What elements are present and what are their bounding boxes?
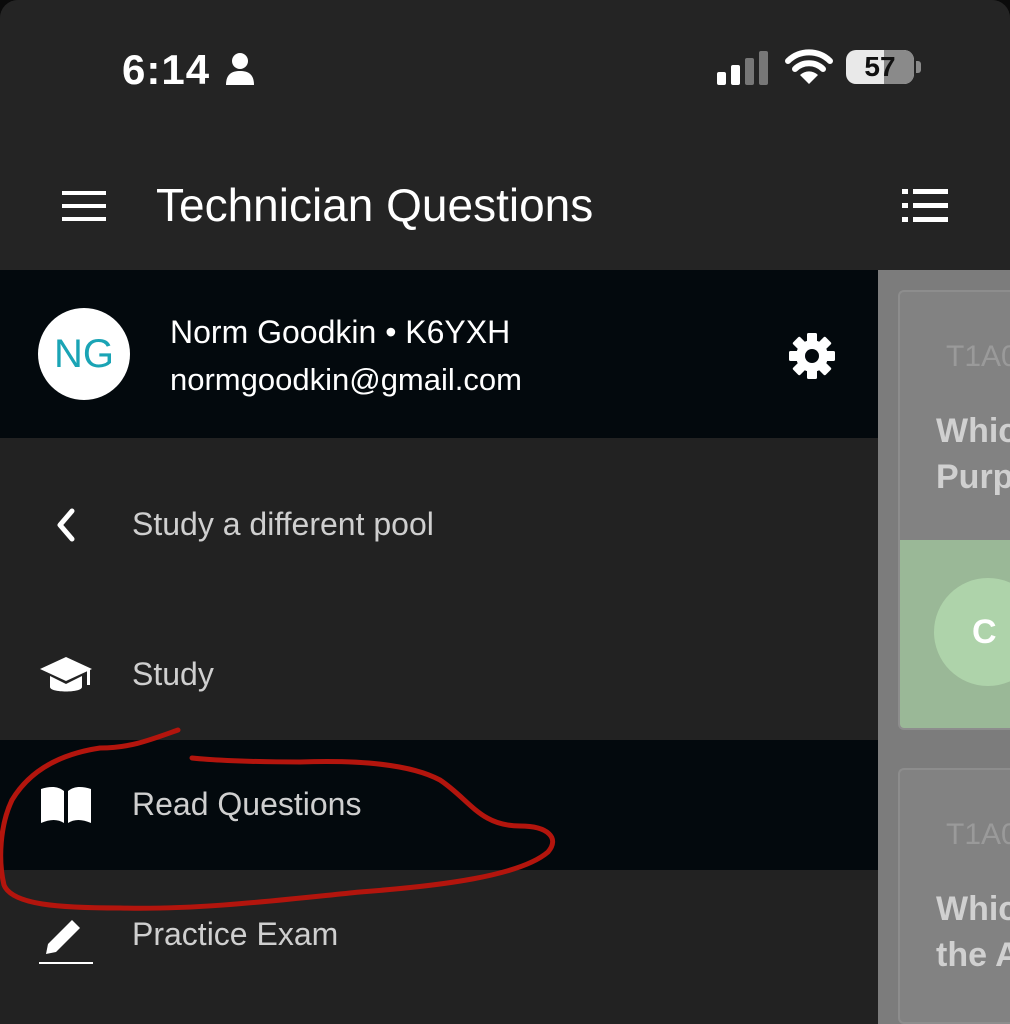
graduation-cap-icon <box>40 657 92 692</box>
page-title: Technician Questions <box>156 179 594 231</box>
list-icon[interactable] <box>902 188 948 224</box>
wifi-icon <box>785 49 833 84</box>
question-card: T1A0 Whic Purp C <box>898 290 1010 730</box>
drawer-item-study[interactable]: Study <box>0 610 878 740</box>
signal-icon <box>717 51 768 85</box>
answer-row: C <box>900 540 1010 728</box>
avatar[interactable]: NG <box>38 308 130 400</box>
question-text-line: Whic <box>936 890 1010 928</box>
drawer-user-header: NG Norm Goodkin • K6YXH normgoodkin@gmai… <box>0 270 878 438</box>
pencil-icon <box>39 920 93 964</box>
question-text-line: Whic <box>936 412 1010 450</box>
user-name-callsign: Norm Goodkin • K6YXH <box>170 314 511 350</box>
battery-level: 57 <box>864 51 896 82</box>
question-text-line: the A <box>936 936 1010 974</box>
drawer-item-label: Practice Exam <box>132 916 339 952</box>
drawer-item-read-questions[interactable]: Read Questions <box>0 740 878 870</box>
question-text-line: Purp <box>936 458 1010 496</box>
question-card: T1A0 Whic the A <box>898 768 1010 1024</box>
background-question-list: T1A0 Whic Purp C T1A0 Whic the A <box>878 270 1010 1024</box>
app-bar: Technician Questions <box>0 130 1010 270</box>
person-icon <box>226 53 254 85</box>
navigation-drawer: NG Norm Goodkin • K6YXH normgoodkin@gmai… <box>0 270 878 1024</box>
phone-screen: 6:14 57 Technician Questions T1A Whic Pu… <box>0 0 1010 1024</box>
question-code: T1A0 <box>946 340 1010 373</box>
drawer-item-label: Study <box>132 656 214 692</box>
battery-icon: 57 <box>846 50 922 86</box>
status-bar: 6:14 57 <box>0 0 1010 130</box>
question-code: T1A0 <box>946 818 1010 851</box>
user-email: normgoodkin@gmail.com <box>170 362 522 397</box>
gear-icon[interactable] <box>788 332 836 380</box>
drawer-item-label: Read Questions <box>132 786 362 822</box>
open-book-icon <box>41 786 91 823</box>
answer-letter-badge: C <box>934 578 1010 686</box>
chevron-left-icon <box>57 508 75 542</box>
hamburger-menu-icon[interactable] <box>62 190 106 222</box>
drawer-item-practice-exam[interactable]: Practice Exam <box>0 870 878 1000</box>
status-time: 6:14 <box>122 46 211 93</box>
drawer-item-label: Study a different pool <box>132 506 434 542</box>
drawer-item-study-different-pool[interactable]: Study a different pool <box>0 460 878 590</box>
